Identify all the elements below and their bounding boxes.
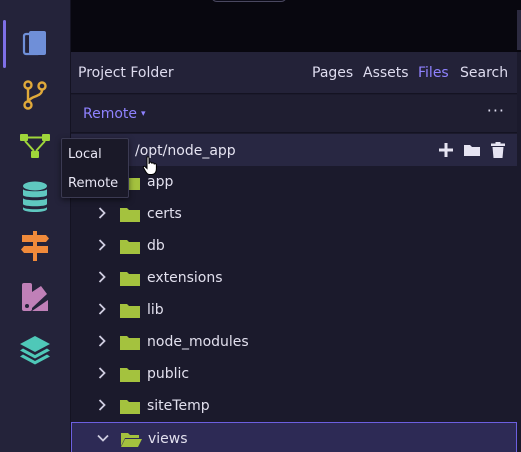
folder-open-icon xyxy=(121,433,142,447)
panel-header: Project Folder Pages Assets Files Search xyxy=(71,52,517,94)
path-row: /opt/node_app xyxy=(71,134,517,166)
panel-title: Project Folder xyxy=(78,65,174,81)
chevron-right-icon[interactable] xyxy=(95,334,109,348)
search-field-edge[interactable] xyxy=(211,0,287,2)
folder-name: views xyxy=(148,431,188,447)
folder-name: db xyxy=(147,238,165,254)
project-folder-panel: Project Folder Pages Assets Files Search… xyxy=(71,52,521,452)
chevron-right-icon[interactable] xyxy=(95,206,109,220)
folder-row-db[interactable]: db xyxy=(71,230,517,262)
folder-name: public xyxy=(147,366,190,382)
folder-row-node-modules[interactable]: node_modules xyxy=(71,326,517,358)
folder-name: siteTemp xyxy=(147,398,210,414)
database-icon[interactable] xyxy=(0,175,70,219)
tab-search[interactable]: Search xyxy=(460,65,508,81)
folder-icon xyxy=(120,272,140,286)
folder-row-views[interactable]: views xyxy=(71,422,517,452)
folder-name: certs xyxy=(147,206,182,222)
editor-area xyxy=(71,0,521,52)
hand-pointer-icon xyxy=(142,156,157,175)
folder-row-app[interactable]: app xyxy=(71,166,517,198)
folder-name: lib xyxy=(147,302,164,318)
git-graph-icon[interactable] xyxy=(0,124,70,168)
tab-pages[interactable]: Pages xyxy=(312,65,353,81)
explorer-icon[interactable] xyxy=(0,22,70,66)
chevron-right-icon[interactable] xyxy=(95,398,109,412)
folder-icon xyxy=(120,208,140,222)
menu-item-local[interactable]: Local xyxy=(68,147,102,162)
signpost-icon[interactable] xyxy=(0,224,70,268)
folder-icon xyxy=(120,304,140,318)
file-tree: /opt/node_app app certs db extensions lib nod… xyxy=(71,134,517,452)
folder-name: extensions xyxy=(147,270,223,286)
folder-row-sitetemp[interactable]: siteTemp xyxy=(71,390,517,422)
layers-icon[interactable] xyxy=(0,327,70,371)
location-dropdown[interactable]: Remote ▾ xyxy=(83,106,146,122)
scrollbar[interactable] xyxy=(517,10,521,50)
folder-name: node_modules xyxy=(147,334,249,350)
location-menu: Local Remote xyxy=(61,138,129,198)
location-dropdown-label: Remote xyxy=(83,106,138,122)
trash-icon[interactable] xyxy=(489,141,507,159)
folder-icon xyxy=(120,400,140,414)
chevron-down-icon: ▾ xyxy=(141,109,146,119)
add-icon[interactable] xyxy=(437,141,455,159)
folder-row-certs[interactable]: certs xyxy=(71,198,517,230)
tab-assets[interactable]: Assets xyxy=(363,65,409,81)
chevron-right-icon[interactable] xyxy=(95,302,109,316)
folder-icon xyxy=(120,336,140,350)
folder-row-public[interactable]: public xyxy=(71,358,517,390)
folder-row-lib[interactable]: lib xyxy=(71,294,517,326)
folder-name: app xyxy=(147,174,174,190)
chevron-right-icon[interactable] xyxy=(95,270,109,284)
chevron-right-icon[interactable] xyxy=(95,366,109,380)
menu-item-remote[interactable]: Remote xyxy=(68,176,118,191)
git-branch-icon[interactable] xyxy=(0,73,70,117)
folder-icon xyxy=(120,368,140,382)
palette-icon[interactable] xyxy=(0,275,70,319)
activity-bar xyxy=(0,0,71,452)
tab-files[interactable]: Files xyxy=(418,65,449,81)
chevron-right-icon[interactable] xyxy=(95,238,109,252)
more-options-button[interactable]: ··· xyxy=(487,101,505,120)
folder-icon xyxy=(120,240,140,254)
chevron-down-icon[interactable] xyxy=(96,431,110,445)
new-folder-icon[interactable] xyxy=(463,141,481,159)
file-toolbar: Remote ▾ ··· xyxy=(71,95,517,133)
folder-row-extensions[interactable]: extensions xyxy=(71,262,517,294)
